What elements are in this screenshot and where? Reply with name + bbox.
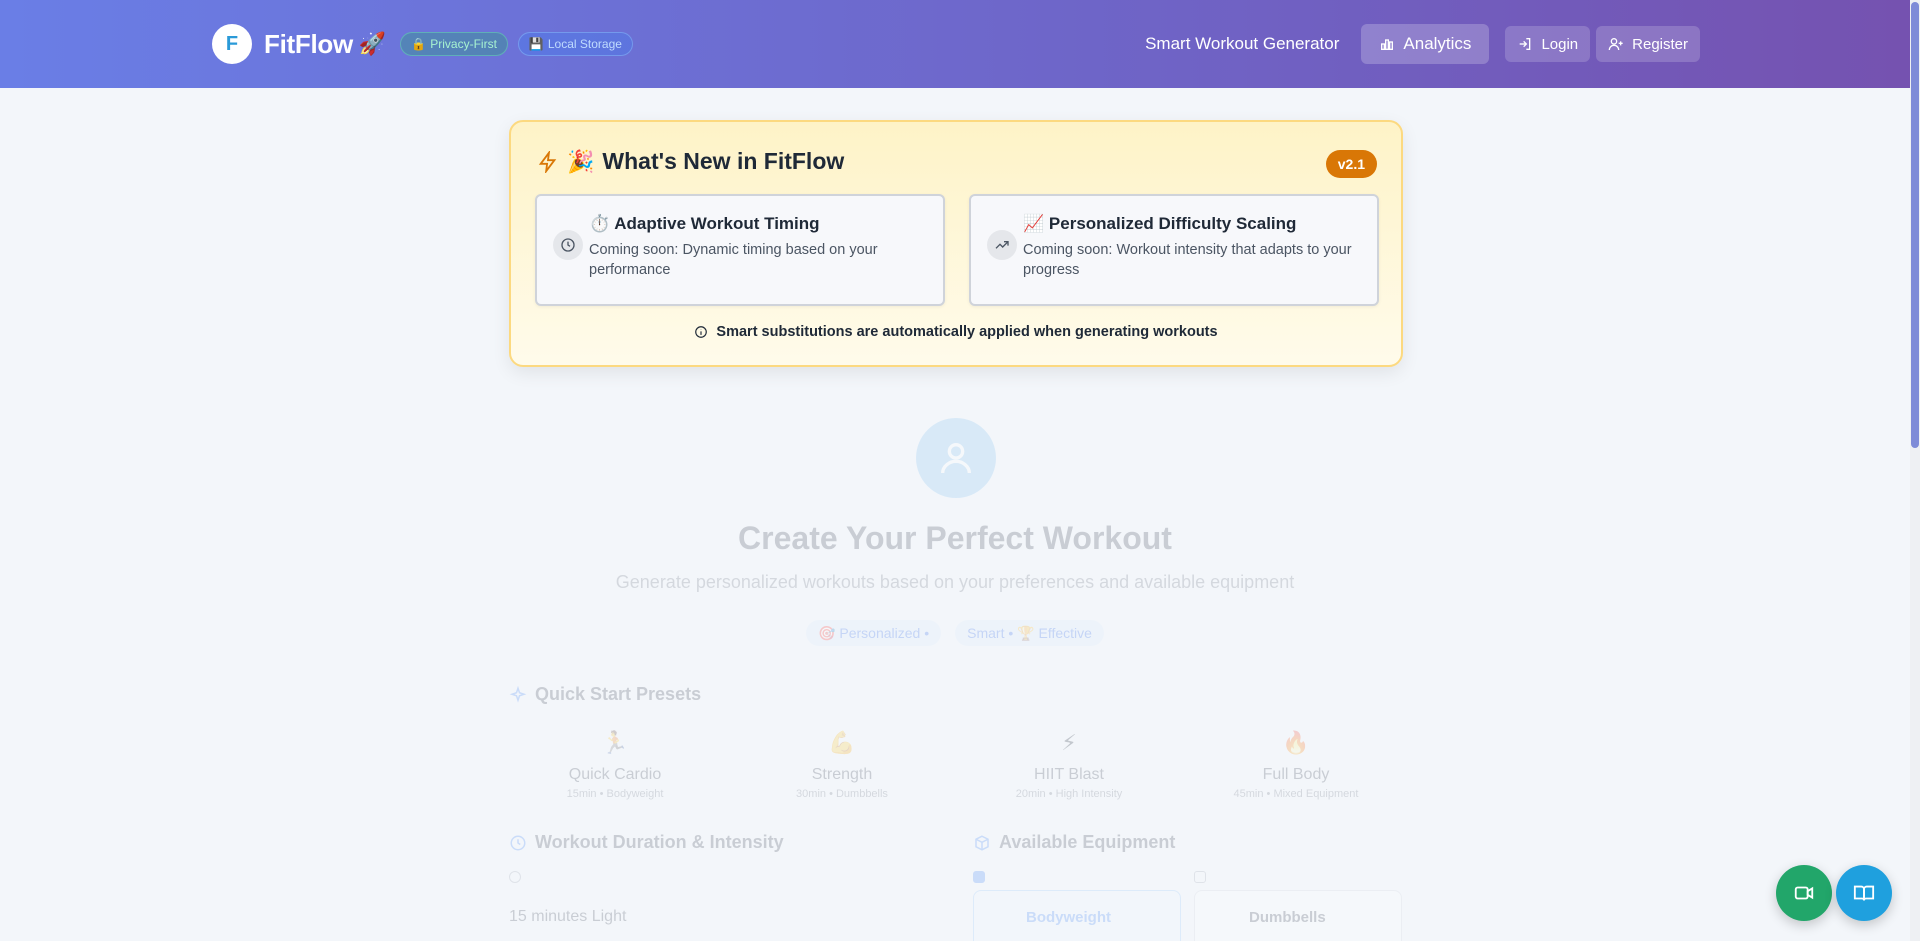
preset-strength[interactable]: 💪 Strength 30min • Dumbbells [747,730,937,800]
book-icon [1853,885,1875,901]
box-icon [975,834,989,851]
bodyweight-checkbox[interactable] [973,871,985,883]
quick-start-title: Quick Start Presets [509,684,701,705]
preset-name: Quick Cardio [568,766,662,783]
preset-icon: 🔥 [1282,730,1310,755]
preset-hiit-blast[interactable]: ⚡ HIIT Blast 20min • High Intensity [974,730,1164,800]
substitution-note: Smart substitutions are automatically ap… [511,324,1401,340]
stopwatch-icon: ⏱️ [589,214,611,233]
clock-icon [510,835,526,850]
feature-difficulty-scaling: 📈 Personalized Difficulty Scaling Coming… [969,194,1379,306]
sparkle-icon [509,685,527,703]
preset-icon: 💪 [828,730,856,755]
hero-subtitle: Generate personalized workouts based on … [615,572,1295,592]
hero-tag: 🎯 Personalized • [806,620,942,646]
chart-emoji-icon: 📈 [1023,214,1045,233]
hero-tags: 🎯 Personalized • Smart • 🏆 Effective [0,620,1910,646]
equipment-label: Dumbbells [1249,909,1326,926]
feature-adaptive-timing: ⏱️ Adaptive Workout Timing Coming soon: … [535,194,945,306]
clock-icon [553,230,583,260]
preset-quick-cardio[interactable]: 🏃 Quick Cardio 15min • Bodyweight [520,730,710,800]
equipment-dumbbells[interactable]: Dumbbells [1194,890,1402,941]
whats-new-card: 🎉 What's New in FitFlow v2.1 ⏱️ Adaptive… [509,120,1403,367]
hero-title: Create Your Perfect Workout [738,520,1172,556]
preset-icon: ⚡ [1061,730,1077,755]
whats-new-header: 🎉 What's New in FitFlow [537,148,844,175]
feature-title: ⏱️ Adaptive Workout Timing [589,214,820,233]
info-icon [695,326,708,338]
preset-meta: 15min • Bodyweight [566,788,664,800]
video-button[interactable] [1776,865,1832,921]
duration-radio[interactable] [509,871,521,883]
feature-title: 📈 Personalized Difficulty Scaling [1023,214,1297,233]
equipment-bodyweight[interactable]: Bodyweight [973,890,1181,941]
scrollbar-thumb[interactable] [1911,2,1919,448]
preset-meta: 30min • Dumbbells [796,788,888,800]
trending-up-icon [987,230,1017,260]
version-badge: v2.1 [1325,150,1377,178]
guide-button[interactable] [1836,865,1892,921]
preset-meta: 20min • High Intensity [1015,788,1123,800]
hero-tag: Smart • 🏆 Effective [955,620,1104,646]
whats-new-title: What's New in FitFlow [602,148,845,174]
dumbbells-checkbox[interactable] [1194,871,1206,883]
preset-name: Strength [811,766,873,783]
party-icon: 🎉 [567,148,595,174]
video-icon [1794,886,1814,900]
feature-description: Coming soon: Workout intensity that adap… [1023,242,1352,278]
preset-name: HIIT Blast [1034,766,1104,783]
preset-name: Full Body [1262,766,1330,783]
user-avatar-icon [916,418,996,498]
preset-full-body[interactable]: 🔥 Full Body 45min • Mixed Equipment [1201,730,1391,800]
lightning-icon [538,150,557,173]
preset-meta: 45min • Mixed Equipment [1233,788,1359,800]
equipment-section-title: Available Equipment [973,832,1175,853]
duration-section-title: Workout Duration & Intensity [509,832,784,853]
feature-description: Coming soon: Dynamic timing based on you… [589,242,878,278]
preset-icon: 🏃 [601,730,629,755]
equipment-label: Bodyweight [1026,909,1111,926]
duration-option-label: 15 minutes Light [509,908,627,925]
